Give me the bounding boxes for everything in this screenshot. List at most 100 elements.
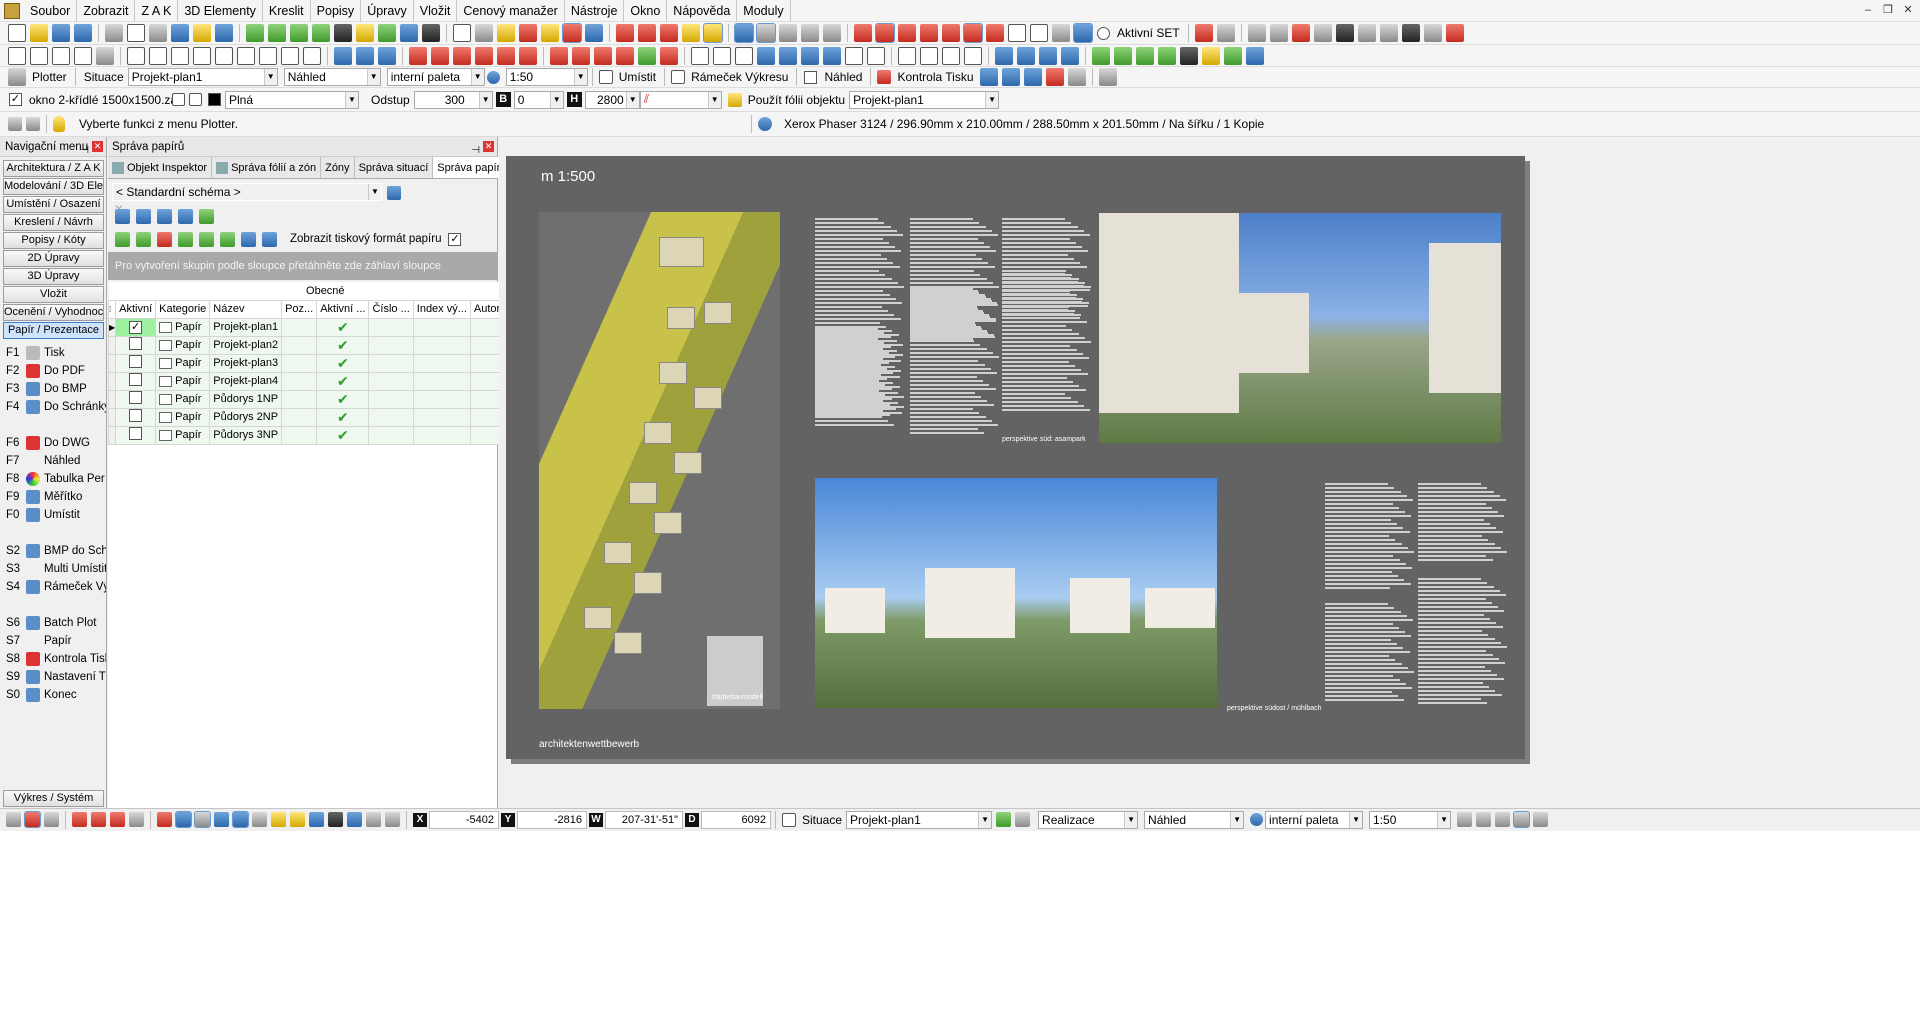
nav-vlozit[interactable]: Vložit bbox=[3, 286, 104, 303]
menu-popisy[interactable]: Popisy bbox=[311, 0, 362, 22]
group-icon[interactable] bbox=[801, 46, 819, 65]
window-elem-icon[interactable] bbox=[572, 46, 590, 65]
d-distance-field[interactable]: 6092 bbox=[701, 810, 771, 829]
nahled-select[interactable]: Náhled ▼ bbox=[283, 68, 381, 86]
layer-copy-icon[interactable] bbox=[290, 24, 308, 42]
hatch-icon[interactable] bbox=[1052, 24, 1070, 42]
status-palette-icon[interactable] bbox=[1250, 813, 1264, 826]
kontrola-tisku-button[interactable]: Kontrola Tisku bbox=[893, 70, 977, 84]
distribute-v-icon[interactable] bbox=[779, 46, 797, 65]
settings-icon[interactable] bbox=[1357, 24, 1376, 42]
name-cell[interactable]: Projekt-plan4 bbox=[209, 371, 283, 391]
curve-status-icon[interactable] bbox=[347, 812, 362, 827]
dim-icon[interactable] bbox=[845, 46, 863, 65]
fill-select[interactable]: Plná ▼ bbox=[225, 90, 359, 109]
rhombus-icon[interactable] bbox=[920, 46, 938, 65]
active-checkbox[interactable] bbox=[129, 373, 143, 386]
tools-icon[interactable] bbox=[1379, 24, 1398, 42]
table-row[interactable]: Papír Půdorys 2NP ✔ bbox=[107, 407, 528, 427]
table-icon[interactable] bbox=[1313, 24, 1332, 42]
show-print-format-checkbox[interactable]: ✓ bbox=[448, 232, 462, 246]
roof-icon[interactable] bbox=[594, 46, 612, 65]
pdf-icon[interactable] bbox=[1045, 68, 1064, 86]
open-folder-icon[interactable] bbox=[30, 24, 48, 42]
active-checkbox[interactable] bbox=[129, 409, 143, 422]
pencil-icon[interactable] bbox=[378, 24, 396, 42]
fkey-batch-plot[interactable]: S6 Batch Plot bbox=[0, 614, 106, 632]
arc-icon[interactable] bbox=[875, 23, 895, 43]
flag-icon[interactable] bbox=[431, 46, 449, 65]
paper-sheet[interactable]: m 1:500 städtebaumodell perspektive süd:… bbox=[506, 156, 1525, 759]
status-view1-icon[interactable] bbox=[1457, 812, 1473, 827]
palette-wheel-icon[interactable] bbox=[486, 70, 500, 84]
name-cell[interactable]: Projekt-plan2 bbox=[209, 335, 283, 355]
lock-icon[interactable] bbox=[660, 24, 678, 42]
rect-shape-icon[interactable] bbox=[964, 46, 982, 65]
menu-okno[interactable]: Okno bbox=[624, 0, 668, 22]
pin-icon[interactable]: ⊣ bbox=[80, 141, 89, 161]
align-center-icon[interactable] bbox=[713, 46, 731, 65]
opening-icon[interactable] bbox=[616, 46, 634, 65]
pattern-icon[interactable] bbox=[1061, 46, 1079, 65]
col-kategorie[interactable]: Kategorie bbox=[155, 299, 211, 319]
snap-icon[interactable] bbox=[638, 24, 656, 42]
status-tool3-icon[interactable] bbox=[44, 812, 59, 827]
w-angle-field[interactable]: 207-31'-51" bbox=[605, 810, 683, 829]
snap-cross-icon[interactable] bbox=[157, 812, 172, 827]
paper-edit-icon[interactable] bbox=[157, 208, 172, 224]
layer-down-icon[interactable] bbox=[1158, 46, 1176, 65]
status-layer-icon[interactable] bbox=[1015, 812, 1031, 827]
fkey-tisk[interactable]: F1 Tisk bbox=[0, 344, 106, 362]
menu-upravy[interactable]: Úpravy bbox=[361, 0, 414, 22]
add-paper-icon[interactable] bbox=[115, 231, 130, 247]
paper-print-icon[interactable] bbox=[178, 208, 193, 224]
status-add-icon[interactable] bbox=[996, 812, 1012, 827]
line-icon[interactable] bbox=[854, 24, 872, 42]
b-field[interactable]: 0 ▼ bbox=[513, 90, 564, 109]
nav-popisy[interactable]: Popisy / Kóty bbox=[3, 232, 104, 249]
plotter-label[interactable]: Plotter bbox=[28, 70, 71, 84]
paper-close-icon[interactable]: ✕ bbox=[483, 141, 494, 152]
refresh-icon[interactable] bbox=[1335, 24, 1354, 42]
export-paper-icon[interactable] bbox=[262, 231, 277, 247]
print-check-icon[interactable] bbox=[877, 70, 892, 84]
schema-select[interactable]: < Standardní schéma > ▼ bbox=[112, 183, 382, 201]
highlighter-icon[interactable] bbox=[541, 24, 559, 42]
plot-tool2-icon[interactable] bbox=[1001, 68, 1020, 86]
zoom-red-icon[interactable] bbox=[1194, 24, 1213, 42]
schema-save-icon[interactable] bbox=[387, 185, 402, 200]
layer-status-icon[interactable] bbox=[290, 812, 305, 827]
col-nazev[interactable]: Název bbox=[209, 299, 283, 319]
table-row[interactable]: ▶ ✓ Papír Projekt-plan1 ✔ bbox=[107, 317, 528, 337]
tab-sprava-situaci[interactable]: Správa situací bbox=[355, 157, 434, 178]
check-paper-icon[interactable] bbox=[136, 231, 151, 247]
ortho-status-icon[interactable] bbox=[194, 811, 211, 828]
x-coord-field[interactable]: -5402 bbox=[429, 810, 499, 829]
intersect-icon[interactable] bbox=[986, 24, 1004, 42]
status-tool1-icon[interactable] bbox=[6, 812, 21, 827]
place-icon[interactable] bbox=[598, 70, 613, 84]
table-row[interactable]: Papír Půdorys 1NP ✔ bbox=[107, 389, 528, 409]
diamond-icon[interactable] bbox=[898, 46, 916, 65]
status-view5-icon[interactable] bbox=[1533, 812, 1549, 827]
status-scale-select[interactable]: 1:50 ▼ bbox=[1369, 810, 1452, 829]
weight-status-icon[interactable] bbox=[328, 812, 343, 827]
printer-icon[interactable] bbox=[1098, 68, 1117, 86]
line-style-select[interactable]: ⫽ ▼ bbox=[639, 90, 722, 109]
object-icon[interactable] bbox=[660, 46, 678, 65]
house-icon[interactable] bbox=[259, 46, 277, 65]
text-icon[interactable] bbox=[995, 46, 1013, 65]
window-icon[interactable] bbox=[1247, 24, 1266, 42]
layers2-icon[interactable] bbox=[1246, 46, 1264, 65]
paper-export-icon[interactable] bbox=[199, 208, 214, 224]
col-cislo[interactable]: Číslo ... bbox=[368, 299, 414, 319]
select-hand-icon[interactable] bbox=[703, 23, 723, 43]
fkey-konec[interactable]: S0 Konec bbox=[0, 686, 106, 704]
zoom-window-icon[interactable] bbox=[801, 24, 819, 42]
fill-icon[interactable] bbox=[1039, 46, 1057, 65]
column-icon[interactable] bbox=[475, 46, 493, 65]
grid-icon[interactable] bbox=[175, 811, 192, 828]
ramecek-button[interactable]: Rámeček Výkresu bbox=[687, 70, 792, 84]
distribute-icon[interactable] bbox=[757, 46, 775, 65]
paper-new-icon[interactable] bbox=[115, 208, 130, 224]
